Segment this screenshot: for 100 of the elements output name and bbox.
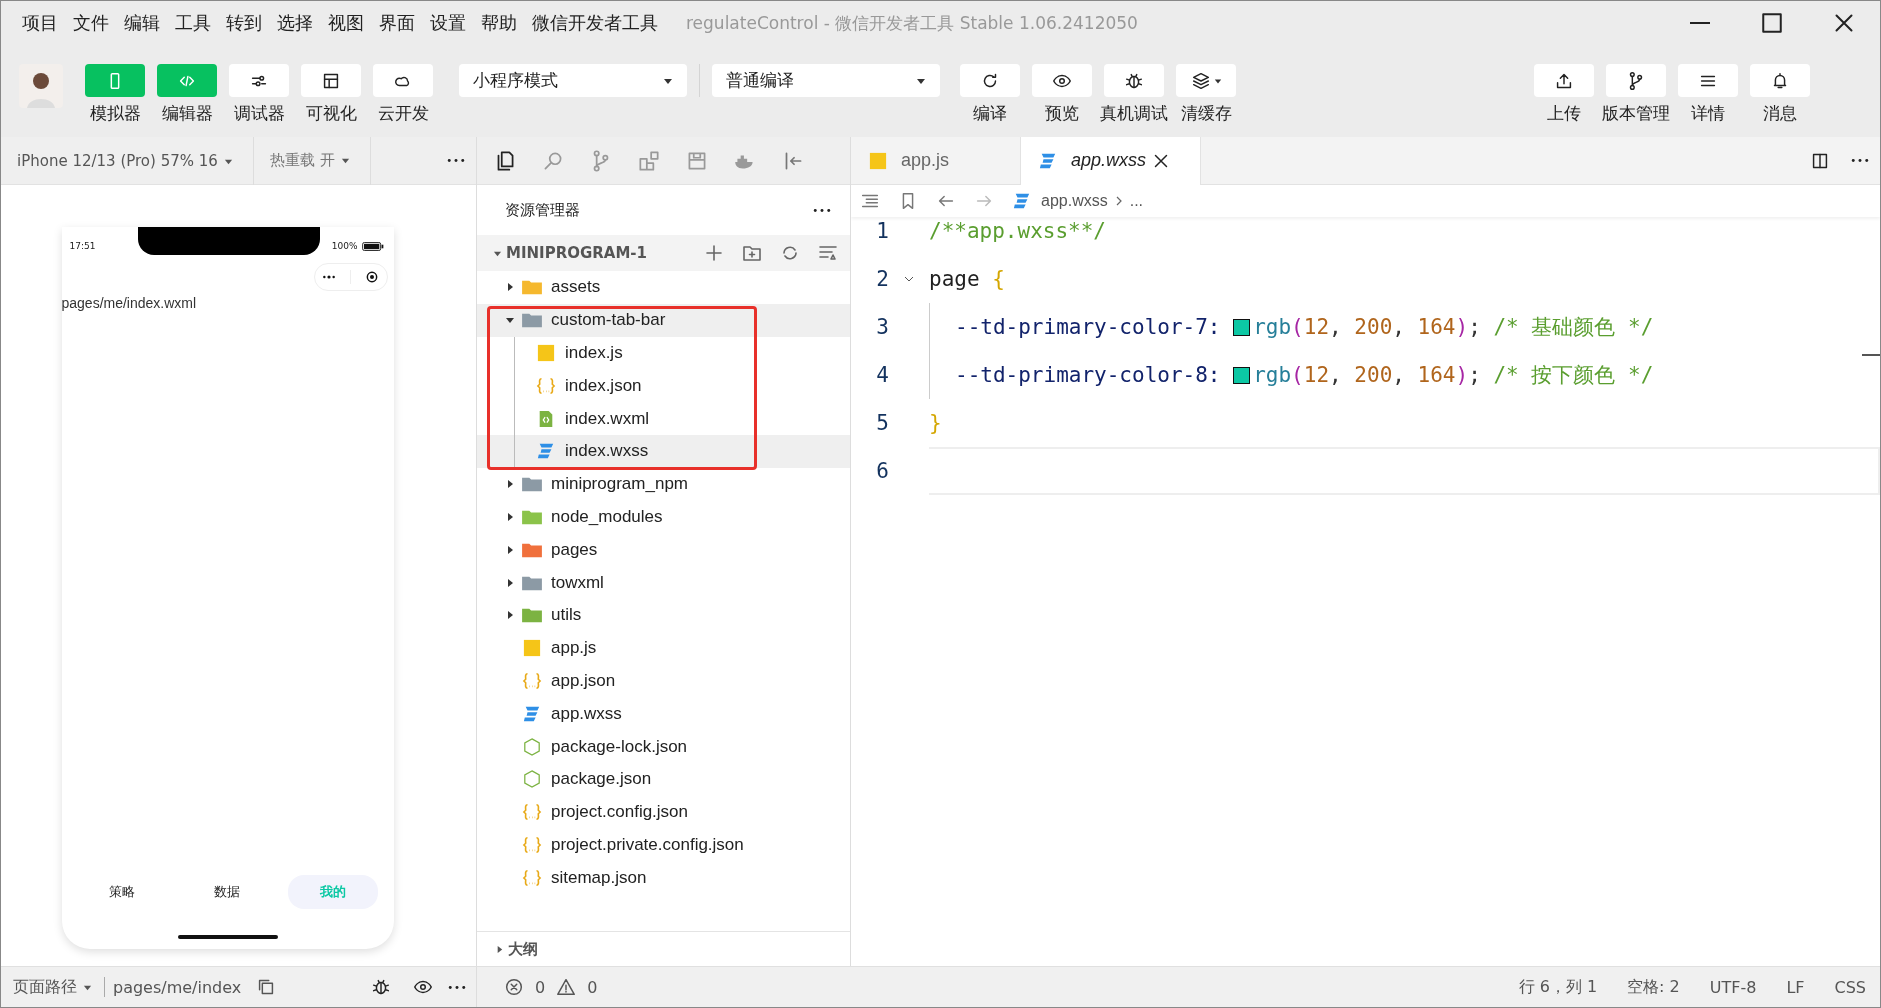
toolbar-label: 调试器 (233, 102, 285, 125)
line-number: 1 (875, 219, 889, 243)
toolbar-toggle-button[interactable] (229, 64, 289, 97)
line-number: 6 (875, 459, 889, 483)
toolbar-button[interactable] (1032, 64, 1092, 97)
line-ending[interactable]: LF (1786, 977, 1805, 997)
language-mode[interactable]: CSS (1834, 977, 1866, 997)
code-line: } (929, 411, 942, 435)
braces-icon (521, 868, 543, 887)
menu-item[interactable]: 微信开发者工具 (525, 11, 666, 35)
color-swatch[interactable] (1233, 366, 1251, 384)
battery-icon (361, 241, 384, 251)
tab-bar-item[interactable]: 策略 (77, 875, 168, 909)
encoding[interactable]: UTF-8 (1709, 977, 1757, 997)
tree-item[interactable]: index.wxml (477, 402, 850, 435)
tree-item[interactable]: project.private.config.json (477, 828, 850, 862)
breadcrumb-file[interactable]: app.wxss (1011, 192, 1108, 210)
tree-item[interactable]: sitemap.json (477, 861, 850, 895)
menu-item[interactable]: 工具 (168, 11, 219, 35)
code-line: /**app.wxss**/ (929, 219, 1106, 243)
fold-chevron-icon[interactable] (904, 274, 914, 284)
menu-item[interactable]: 设置 (423, 11, 474, 35)
tree-item[interactable]: package-lock.json (477, 730, 850, 763)
toolbar-button[interactable] (1750, 64, 1810, 97)
line-number: 4 (875, 363, 889, 387)
menu-item[interactable]: 界面 (372, 11, 423, 35)
line-number: 3 (875, 315, 889, 339)
tree-item[interactable]: index.json (477, 369, 850, 403)
toolbar-button[interactable] (1606, 64, 1666, 97)
hot-reload-dropdown[interactable]: 热重载 开 (253, 151, 370, 170)
tree-item[interactable]: project.config.json (477, 795, 850, 829)
toolbar-label: 消息 (1763, 102, 1797, 125)
avatar[interactable] (19, 64, 63, 108)
toolbar-label: 编译 (973, 102, 1007, 125)
code-line: --td-primary-color-7: rgb(12, 200, 164); /* 基础颜色 */ (954, 314, 1654, 341)
line-number: 5 (875, 411, 889, 435)
explorer-title: 资源管理器 (505, 200, 580, 220)
warning-icon (555, 976, 578, 998)
menu-item[interactable]: 选择 (270, 11, 321, 35)
line-number: 2 (875, 267, 889, 291)
toolbar-button[interactable] (1176, 64, 1236, 97)
tree-item[interactable]: node_modules (477, 500, 850, 534)
toolbar-label: 详情 (1691, 102, 1725, 125)
menu-item[interactable]: 视图 (321, 11, 372, 35)
caret-icon (1214, 76, 1222, 85)
toolbar-label: 编辑器 (161, 102, 213, 125)
toolbar-label: 模拟器 (89, 102, 141, 125)
breadcrumb-item[interactable]: ... (1129, 192, 1144, 210)
page-path: pages/me/index (113, 977, 242, 997)
editor-tab[interactable]: app.wxss (1021, 137, 1201, 185)
code-line: page { (929, 267, 1005, 291)
tree-item[interactable]: assets (477, 271, 850, 304)
indentation[interactable]: 空格: 2 (1627, 976, 1680, 998)
menu-item[interactable]: 项目 (15, 11, 66, 35)
error-icon (503, 976, 525, 998)
toolbar-button[interactable] (1534, 64, 1594, 97)
project-root[interactable]: MINIPROGRAM-1 (506, 244, 647, 262)
menu-item[interactable]: 转到 (219, 11, 270, 35)
folder-icon (521, 278, 543, 297)
toolbar-toggle-button[interactable] (85, 64, 145, 97)
tree-item[interactable]: towxml (477, 566, 850, 599)
tree-item[interactable]: miniprogram_npm (477, 467, 850, 501)
toolbar-toggle-button[interactable] (157, 64, 217, 97)
tree-item[interactable]: app.wxss (477, 697, 850, 731)
tree-item[interactable]: index.js (477, 336, 850, 370)
device-dropdown[interactable]: iPhone 12/13 (Pro) 57% 16 (1, 151, 253, 170)
tree-item[interactable]: index.wxss (477, 435, 850, 468)
error-count[interactable]: 0 (535, 977, 546, 997)
braces-icon (521, 803, 543, 822)
warning-count[interactable]: 0 (587, 977, 598, 997)
code-line: --td-primary-color-8: rgb(12, 200, 164); /* 按下颜色 */ (954, 362, 1654, 389)
menu-item[interactable]: 文件 (66, 11, 117, 35)
toolbar-button[interactable] (1678, 64, 1738, 97)
tree-item[interactable]: package.json (477, 762, 850, 796)
menu-item[interactable]: 编辑 (117, 11, 168, 35)
mode-dropdown[interactable]: 小程序模式 (459, 64, 687, 97)
tree-item[interactable]: pages (477, 533, 850, 567)
toolbar-toggle-button[interactable] (373, 64, 433, 97)
tab-bar-item[interactable]: 数据 (182, 875, 273, 909)
compile-dropdown[interactable]: 普通编译 (712, 64, 940, 97)
toolbar-toggle-button[interactable] (301, 64, 361, 97)
cursor-position[interactable]: 行 6，列 1 (1518, 976, 1598, 998)
outline-section[interactable]: 大纲 (508, 939, 538, 959)
toolbar-button[interactable] (960, 64, 1020, 97)
more-icon (813, 207, 831, 213)
more-icon (448, 984, 466, 990)
status-time: 17:51 (69, 241, 96, 251)
toolbar-button[interactable] (1104, 64, 1164, 97)
toolbar-label: 预览 (1045, 102, 1079, 125)
tree-item[interactable]: utils (477, 598, 850, 632)
menu-item[interactable]: 帮助 (474, 11, 525, 35)
tree-item[interactable]: app.json (477, 664, 850, 698)
tree-item[interactable]: custom-tab-bar (477, 303, 850, 337)
folder-icon (521, 606, 543, 625)
page-path-dropdown[interactable]: 页面路径 (13, 976, 96, 998)
tree-item[interactable]: app.js (477, 631, 850, 665)
color-swatch[interactable] (1233, 318, 1251, 336)
toolbar-label: 上传 (1547, 102, 1581, 125)
toolbar-label: 云开发 (377, 102, 429, 125)
record-icon (364, 269, 380, 285)
